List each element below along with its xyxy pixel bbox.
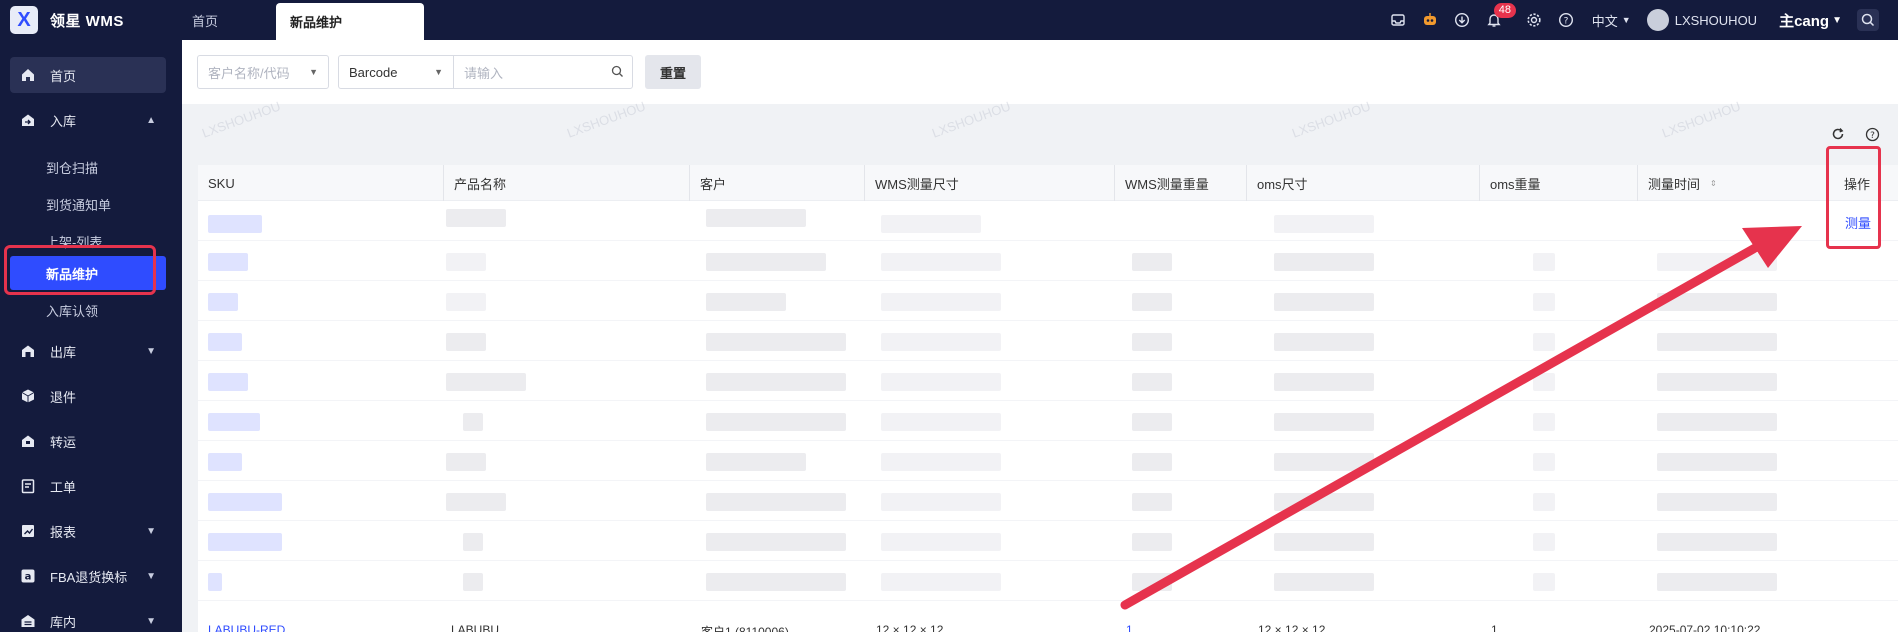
annotation-arrow-icon: [1120, 226, 1802, 610]
